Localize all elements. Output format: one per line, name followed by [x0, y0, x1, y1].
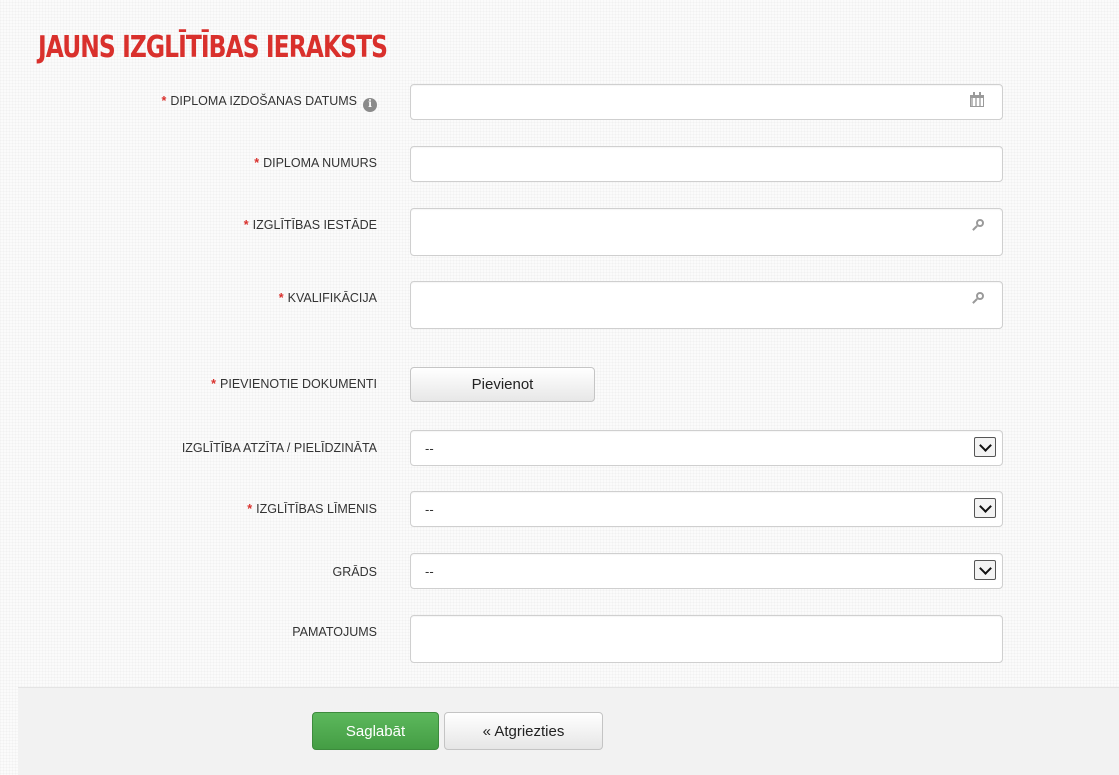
diploma-date-label: * DIPLOMA IZDOŠANAS DATUMS i: [162, 93, 377, 112]
search-icon[interactable]: [972, 292, 984, 304]
chevron-down-icon[interactable]: [974, 437, 996, 457]
recognized-select[interactable]: --: [410, 430, 1003, 466]
required-marker: *: [247, 502, 253, 516]
required-marker: *: [161, 94, 167, 108]
search-icon[interactable]: [972, 219, 984, 231]
degree-label-text: GRĀDS: [332, 565, 377, 579]
chevron-down-icon[interactable]: [974, 560, 996, 580]
add-document-button[interactable]: Pievienot: [410, 367, 595, 402]
level-select[interactable]: --: [410, 491, 1003, 527]
recognized-select-value: --: [425, 441, 434, 456]
required-marker: *: [278, 291, 284, 305]
diploma-number-label: * DIPLOMA NUMURS: [254, 155, 377, 171]
required-marker: *: [243, 218, 249, 232]
justification-label: PAMATOJUMS: [292, 624, 377, 640]
level-select-value: --: [425, 502, 434, 517]
diploma-number-field[interactable]: [410, 146, 1003, 182]
save-button[interactable]: Saglabāt: [312, 712, 439, 750]
recognized-label: IZGLĪTĪBA ATZĪTA / PIELĪDZINĀTA: [182, 440, 377, 456]
qualification-field[interactable]: [410, 281, 1003, 329]
diploma-number-input[interactable]: [411, 147, 975, 181]
degree-label: GRĀDS: [333, 564, 377, 580]
diploma-date-label-text: DIPLOMA IZDOŠANAS DATUMS: [170, 94, 357, 108]
documents-label: * PIEVIENOTIE DOKUMENTI: [211, 376, 377, 392]
form-page: JAUNS IZGLĪTĪBAS IERAKSTS * DIPLOMA IZDOŠ…: [18, 0, 1119, 775]
info-icon[interactable]: i: [363, 98, 377, 112]
diploma-date-input[interactable]: [411, 85, 975, 119]
justification-input[interactable]: [411, 616, 975, 662]
institution-label: * IZGLĪTĪBAS IESTĀDE: [244, 217, 377, 233]
page-title: JAUNS IZGLĪTĪBAS IERAKSTS: [38, 30, 388, 65]
qualification-label-text: KVALIFIKĀCIJA: [287, 291, 377, 305]
level-label: * IZGLĪTĪBAS LĪMENIS: [247, 501, 377, 517]
chevron-down-icon[interactable]: [974, 498, 996, 518]
required-marker: *: [211, 377, 217, 391]
back-button[interactable]: « Atgriezties: [444, 712, 603, 750]
documents-label-text: PIEVIENOTIE DOKUMENTI: [220, 377, 377, 391]
degree-select-value: --: [425, 564, 434, 579]
diploma-date-field[interactable]: [410, 84, 1003, 120]
institution-field[interactable]: [410, 208, 1003, 256]
required-marker: *: [254, 156, 260, 170]
institution-label-text: IZGLĪTĪBAS IESTĀDE: [252, 218, 377, 232]
recognized-label-text: IZGLĪTĪBA ATZĪTA / PIELĪDZINĀTA: [181, 441, 377, 455]
justification-field[interactable]: [410, 615, 1003, 663]
qualification-label: * KVALIFIKĀCIJA: [279, 290, 377, 306]
calendar-icon[interactable]: [970, 92, 984, 107]
qualification-input[interactable]: [411, 282, 975, 328]
justification-label-text: PAMATOJUMS: [292, 625, 377, 639]
diploma-number-label-text: DIPLOMA NUMURS: [263, 156, 377, 170]
level-label-text: IZGLĪTĪBAS LĪMENIS: [256, 502, 377, 516]
form-footer: Saglabāt « Atgriezties: [18, 687, 1119, 775]
institution-input[interactable]: [411, 209, 975, 255]
degree-select[interactable]: --: [410, 553, 1003, 589]
